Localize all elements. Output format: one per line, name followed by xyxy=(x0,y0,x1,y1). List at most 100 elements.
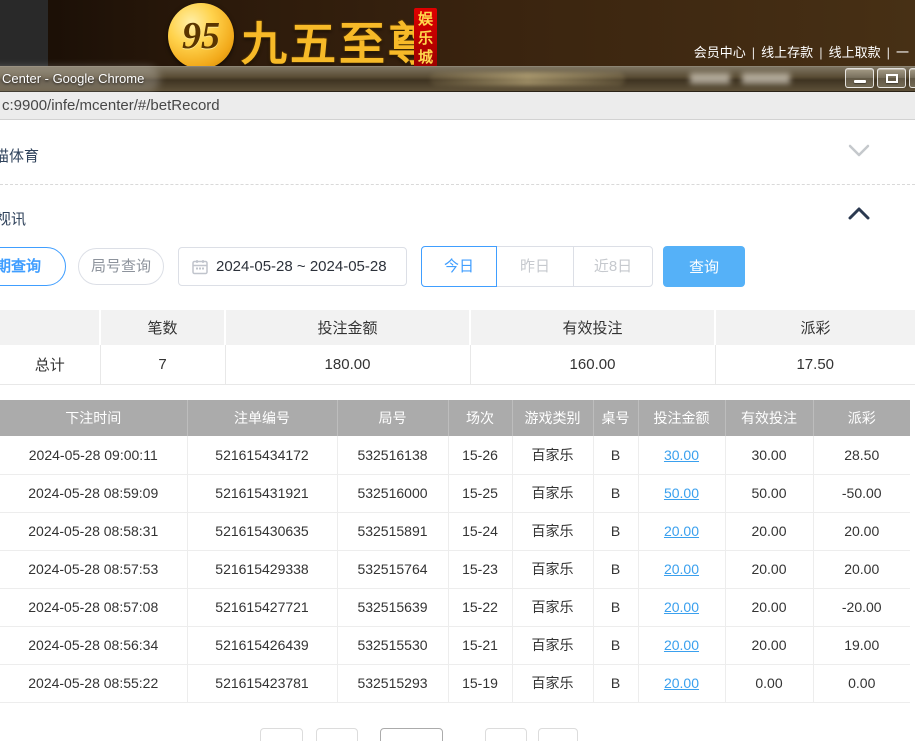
pagination-button[interactable] xyxy=(538,728,578,741)
chevron-up-icon[interactable] xyxy=(848,206,870,225)
brand-logo-text: 九五至尊 xyxy=(241,8,437,74)
order-number-cell: 521615429338 xyxy=(187,550,337,588)
valid-bet-cell: 20.00 xyxy=(725,512,813,550)
nav-online-withdraw[interactable]: 线上取款 xyxy=(829,45,881,60)
bet-amount-cell: 50.00 xyxy=(638,474,725,512)
round-number-cell: 532516000 xyxy=(337,474,448,512)
round-number-cell: 532515764 xyxy=(337,550,448,588)
section-live-video[interactable]: 视讯 xyxy=(0,208,26,229)
maximize-button[interactable] xyxy=(877,68,906,88)
bet-amount-cell: 20.00 xyxy=(638,512,725,550)
order-number-cell: 521615434172 xyxy=(187,436,337,474)
summary-header-bet-amount: 投注金额 xyxy=(225,310,470,345)
bet-amount-link[interactable]: 20.00 xyxy=(664,561,699,577)
session-cell: 15-22 xyxy=(448,588,512,626)
session-cell: 15-26 xyxy=(448,436,512,474)
blurred-user-info xyxy=(742,73,790,84)
bet-amount-cell: 20.00 xyxy=(638,664,725,702)
round-number-cell: 532515530 xyxy=(337,626,448,664)
bet-amount-link[interactable]: 30.00 xyxy=(664,447,699,463)
table-row: 2024-05-28 08:57:08521615427721532515639… xyxy=(0,588,910,626)
today-button[interactable]: 今日 xyxy=(421,246,497,287)
table-number-cell: B xyxy=(593,664,638,702)
screen: 95 九五至尊 娱乐城 会员中心|线上存款|线上取款|一 Center - Go… xyxy=(0,0,915,741)
nav-truncated-item[interactable]: 一 xyxy=(896,45,909,60)
yesterday-button[interactable]: 昨日 xyxy=(496,246,574,287)
order-number-cell: 521615426439 xyxy=(187,626,337,664)
game-type-cell: 百家乐 xyxy=(512,436,593,474)
game-type-cell: 百家乐 xyxy=(512,664,593,702)
quick-range-group: 今日 昨日 近8日 xyxy=(421,246,653,287)
session-cell: 15-23 xyxy=(448,550,512,588)
table-row: 2024-05-28 08:58:31521615430635532515891… xyxy=(0,512,910,550)
order-number-cell: 521615430635 xyxy=(187,512,337,550)
pagination-button[interactable] xyxy=(260,728,303,741)
date-query-tab[interactable]: 日期查询 xyxy=(0,247,66,286)
summary-header-row: 笔数 投注金额 有效投注 派彩 xyxy=(0,310,915,345)
valid-bet-cell: 0.00 xyxy=(725,664,813,702)
order-number-cell: 521615427721 xyxy=(187,588,337,626)
bet-amount-link[interactable]: 20.00 xyxy=(664,637,699,653)
bet-time-cell: 2024-05-28 08:56:34 xyxy=(0,626,187,664)
date-range-input[interactable]: 2024-05-28 ~ 2024-05-28 xyxy=(178,247,407,286)
table-row: 2024-05-28 08:55:22521615423781532515293… xyxy=(0,664,910,702)
round-number-cell: 532516138 xyxy=(337,436,448,474)
nav-separator: | xyxy=(819,45,822,60)
round-number-cell: 532515293 xyxy=(337,664,448,702)
table-number-cell: B xyxy=(593,550,638,588)
round-number-cell: 532515891 xyxy=(337,512,448,550)
blurred-user-info xyxy=(690,73,730,84)
summary-header-valid-bet: 有效投注 xyxy=(470,310,715,345)
close-button[interactable] xyxy=(909,68,915,88)
round-query-tab[interactable]: 局号查询 xyxy=(78,248,164,285)
section-sports[interactable]: 猫体育 xyxy=(0,145,39,166)
header-session: 场次 xyxy=(448,400,512,436)
payout-cell: 20.00 xyxy=(813,512,910,550)
logo-monogram: 95 xyxy=(182,14,220,58)
pagination-button[interactable] xyxy=(485,728,527,741)
header-game-type: 游戏类别 xyxy=(512,400,593,436)
table-row: 2024-05-28 08:56:34521615426439532515530… xyxy=(0,626,910,664)
minimize-button[interactable] xyxy=(845,68,874,88)
bet-amount-link[interactable]: 20.00 xyxy=(664,523,699,539)
payout-cell: 20.00 xyxy=(813,550,910,588)
game-type-cell: 百家乐 xyxy=(512,512,593,550)
session-cell: 15-24 xyxy=(448,512,512,550)
header-round-number: 局号 xyxy=(337,400,448,436)
bet-amount-link[interactable]: 50.00 xyxy=(664,485,699,501)
maximize-icon xyxy=(886,74,898,83)
chevron-down-icon[interactable] xyxy=(848,144,870,163)
nav-member-center[interactable]: 会员中心 xyxy=(694,45,746,60)
payout-cell: -50.00 xyxy=(813,474,910,512)
header-table-number: 桌号 xyxy=(593,400,638,436)
bet-amount-cell: 20.00 xyxy=(638,550,725,588)
payout-cell: 19.00 xyxy=(813,626,910,664)
nav-online-deposit[interactable]: 线上存款 xyxy=(761,45,813,60)
bet-time-cell: 2024-05-28 09:00:11 xyxy=(0,436,187,474)
session-cell: 15-25 xyxy=(448,474,512,512)
table-row: 2024-05-28 08:59:09521615431921532516000… xyxy=(0,474,910,512)
table-number-cell: B xyxy=(593,512,638,550)
game-type-cell: 百家乐 xyxy=(512,626,593,664)
search-button[interactable]: 查询 xyxy=(663,246,745,287)
pagination-page-box[interactable] xyxy=(380,728,443,741)
summary-total-label: 总计 xyxy=(0,345,100,384)
last8days-button[interactable]: 近8日 xyxy=(573,246,653,287)
table-number-cell: B xyxy=(593,436,638,474)
bet-amount-cell: 30.00 xyxy=(638,436,725,474)
summary-total-count: 7 xyxy=(100,345,225,384)
pagination-button[interactable] xyxy=(316,728,358,741)
window-controls xyxy=(842,68,915,88)
bet-table-body: 2024-05-28 09:00:11521615434172532516138… xyxy=(0,436,910,702)
address-bar[interactable]: c:9900/infe/mcenter/#/betRecord xyxy=(0,92,915,120)
minimize-icon xyxy=(854,80,866,83)
bet-amount-link[interactable]: 20.00 xyxy=(664,675,699,691)
summary-total-payout: 17.50 xyxy=(715,345,915,384)
valid-bet-cell: 30.00 xyxy=(725,436,813,474)
blurred-watermark xyxy=(430,72,625,86)
bet-amount-link[interactable]: 20.00 xyxy=(664,599,699,615)
filter-bar: 日期查询 局号查询 2024-05-28 ~ 2024-05-28 今日 昨日 … xyxy=(0,246,915,288)
table-row: 2024-05-28 08:57:53521615429338532515764… xyxy=(0,550,910,588)
header-order-number: 注单编号 xyxy=(187,400,337,436)
game-type-cell: 百家乐 xyxy=(512,550,593,588)
